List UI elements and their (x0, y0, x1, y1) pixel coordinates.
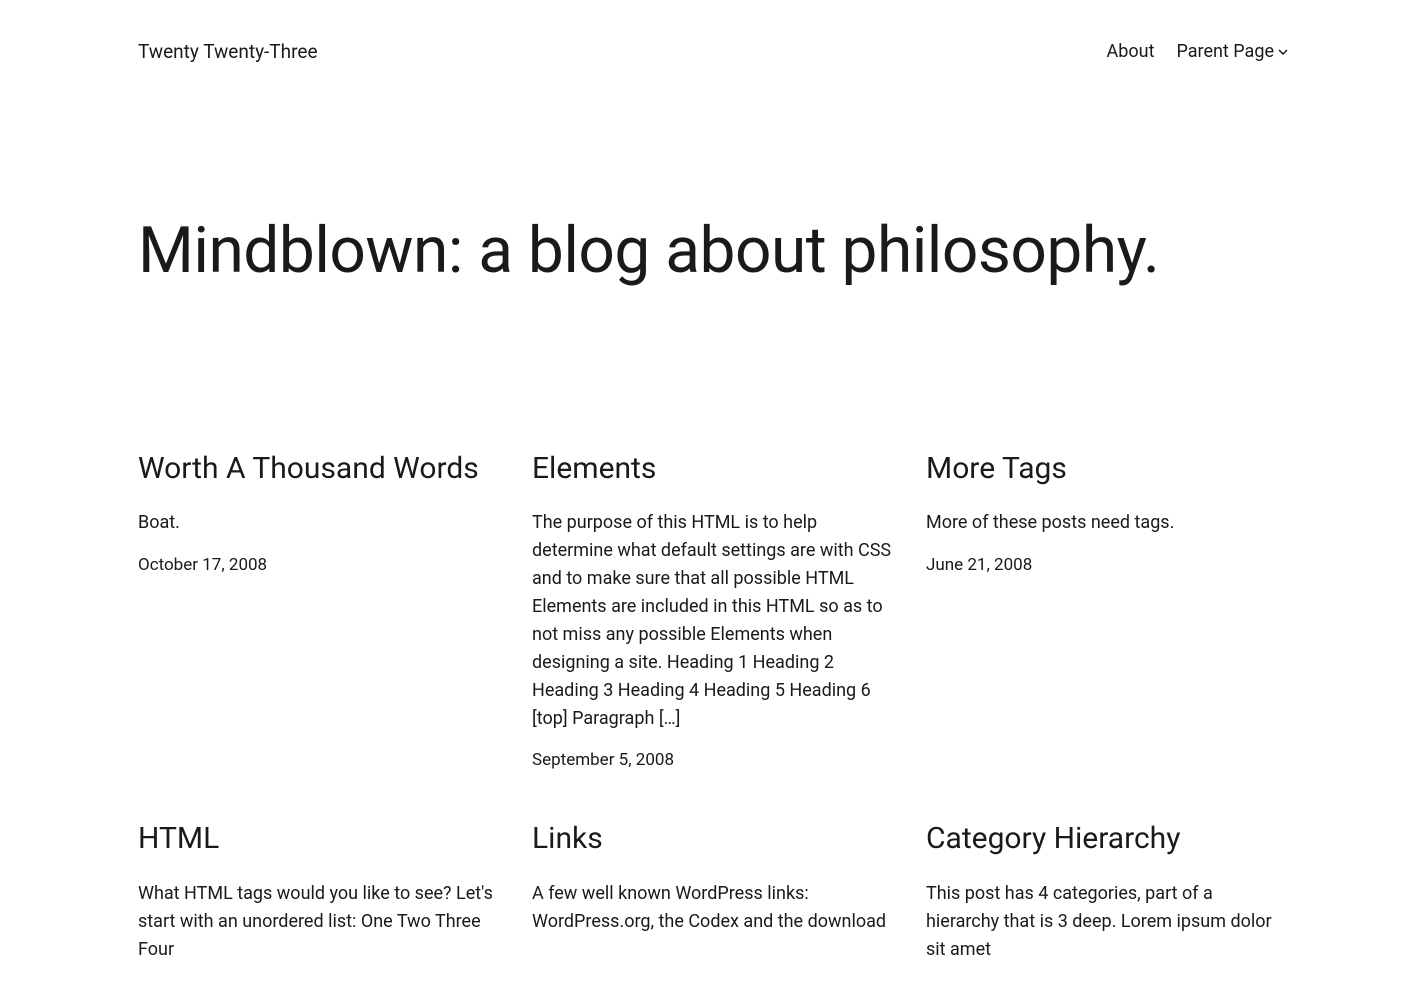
post-card: More Tags More of these posts need tags.… (926, 450, 1288, 771)
site-header: Twenty Twenty-Three About Parent Page (138, 0, 1288, 83)
site-title-link[interactable]: Twenty Twenty-Three (138, 40, 318, 63)
post-date: September 5, 2008 (532, 750, 894, 770)
primary-nav: About Parent Page (1107, 41, 1288, 62)
post-excerpt: What HTML tags would you like to see? Le… (138, 880, 500, 964)
post-title-link[interactable]: Elements (532, 450, 894, 488)
post-card: Worth A Thousand Words Boat. October 17,… (138, 450, 500, 771)
post-excerpt: More of these posts need tags. (926, 509, 1288, 537)
post-title-link[interactable]: HTML (138, 820, 500, 858)
post-excerpt: A few well known WordPress links: WordPr… (532, 880, 894, 936)
nav-link-parent-page-label: Parent Page (1176, 41, 1274, 62)
post-title-link[interactable]: Links (532, 820, 894, 858)
chevron-down-icon (1278, 47, 1288, 57)
page-title: Mindblown: a blog about philosophy. (138, 213, 1288, 290)
post-title-link[interactable]: Category Hierarchy (926, 820, 1288, 858)
nav-link-about[interactable]: About (1107, 41, 1155, 62)
post-card: Elements The purpose of this HTML is to … (532, 450, 894, 771)
nav-dropdown-parent-page[interactable]: Parent Page (1176, 41, 1288, 62)
post-card: Category Hierarchy This post has 4 categ… (926, 820, 1288, 981)
post-excerpt: Boat. (138, 509, 500, 537)
post-title-link[interactable]: Worth A Thousand Words (138, 450, 500, 488)
post-date: June 21, 2008 (926, 555, 1288, 575)
post-title-link[interactable]: More Tags (926, 450, 1288, 488)
post-excerpt: This post has 4 categories, part of a hi… (926, 880, 1288, 964)
post-excerpt: The purpose of this HTML is to help dete… (532, 509, 894, 732)
post-card: Links A few well known WordPress links: … (532, 820, 894, 981)
post-date: October 17, 2008 (138, 555, 500, 575)
post-card: HTML What HTML tags would you like to se… (138, 820, 500, 981)
